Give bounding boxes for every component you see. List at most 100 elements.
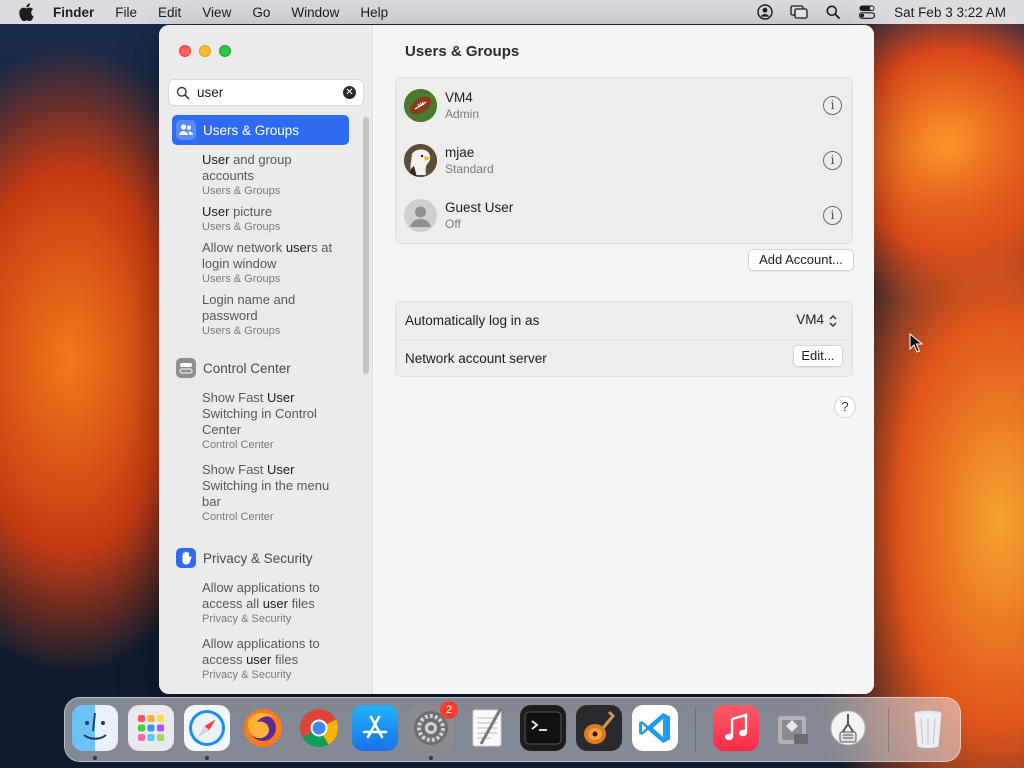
category-label: s & Groups bbox=[231, 122, 300, 138]
result-category: Users & Groups bbox=[202, 273, 281, 285]
sidebar-item-control-center[interactable]: Control Center bbox=[172, 353, 349, 383]
autologin-value[interactable]: VM4 bbox=[796, 312, 824, 327]
directory-utility-icon[interactable] bbox=[825, 705, 871, 751]
edit-button[interactable]: Edit... bbox=[793, 345, 843, 367]
eagle-avatar bbox=[404, 144, 437, 177]
running-indicator bbox=[429, 756, 433, 760]
sidebar-item-users-groups[interactable]: User s & Groups bbox=[172, 115, 349, 145]
status-area: Sat Feb 3 3:22 AM bbox=[756, 0, 1024, 24]
user-name: VM4 bbox=[445, 90, 473, 105]
menu-help[interactable]: Help bbox=[360, 5, 388, 20]
category-label: Control Center bbox=[203, 360, 291, 376]
search-result[interactable]: Login name and password Users & Groups bbox=[202, 289, 347, 341]
result-category: Users & Groups bbox=[202, 185, 281, 197]
info-icon[interactable]: i bbox=[823, 151, 842, 170]
apple-menu-icon[interactable] bbox=[18, 3, 36, 21]
page-title: Users & Groups bbox=[405, 43, 520, 60]
search-result[interactable]: Allow applications to access user files … bbox=[202, 633, 347, 685]
user-name: mjae bbox=[445, 145, 475, 160]
menu-view[interactable]: View bbox=[202, 5, 231, 20]
football-avatar bbox=[404, 89, 437, 122]
spotlight-search-icon[interactable] bbox=[824, 3, 842, 21]
zoom-button[interactable] bbox=[219, 45, 231, 57]
system-settings-window: user ✕ User s & Groups User and group acc… bbox=[159, 25, 874, 694]
menu-go[interactable]: Go bbox=[252, 5, 270, 20]
control-center-icon bbox=[176, 358, 196, 378]
help-button[interactable]: ? bbox=[834, 396, 856, 418]
menu-file[interactable]: File bbox=[115, 5, 137, 20]
search-result[interactable]: Allow applications to access all user fi… bbox=[202, 577, 347, 629]
firefox-icon[interactable] bbox=[240, 705, 286, 751]
clear-search-icon[interactable]: ✕ bbox=[343, 86, 356, 99]
running-indicator bbox=[205, 756, 209, 760]
screen-mirroring-icon[interactable] bbox=[790, 3, 808, 21]
dock-separator bbox=[695, 708, 696, 752]
trash-icon[interactable] bbox=[905, 705, 951, 751]
boot-camp-icon[interactable] bbox=[769, 705, 815, 751]
textedit-icon[interactable] bbox=[464, 705, 510, 751]
menu-window[interactable]: Window bbox=[291, 5, 339, 20]
network-server-row: Network account server bbox=[396, 339, 852, 376]
search-input[interactable]: user bbox=[197, 85, 343, 100]
result-category: Control Center bbox=[202, 511, 274, 523]
user-role: Standard bbox=[445, 162, 494, 176]
search-result[interactable]: User and group accounts Users & Groups bbox=[202, 149, 347, 201]
music-icon[interactable] bbox=[713, 705, 759, 751]
autologin-row: Automatically log in as VM4 bbox=[396, 302, 852, 339]
menu-edit[interactable]: Edit bbox=[158, 5, 181, 20]
main-pane: Users & Groups VM4 Admin i mjae Standard bbox=[374, 25, 874, 694]
result-title: Show Fast User Switching in Control Cent… bbox=[202, 390, 317, 437]
network-server-label: Network account server bbox=[405, 350, 547, 366]
popup-chevrons-icon[interactable] bbox=[826, 313, 840, 329]
info-icon[interactable]: i bbox=[823, 206, 842, 225]
users-list: VM4 Admin i mjae Standard i Guest User O… bbox=[395, 77, 853, 244]
app-store-icon[interactable] bbox=[352, 705, 398, 751]
menu-finder[interactable]: Finder bbox=[53, 5, 94, 20]
user-role: Off bbox=[445, 217, 461, 231]
terminal-icon[interactable] bbox=[520, 705, 566, 751]
search-result[interactable]: Show Fast User Switching in the menu bar… bbox=[202, 459, 347, 527]
system-settings-icon[interactable]: 2 bbox=[408, 701, 458, 751]
result-title: User picture bbox=[202, 204, 273, 219]
menu-bar: Finder File Edit View Go Window Help Sat… bbox=[0, 0, 1024, 24]
result-title: Show Fast User Switching in the menu bar bbox=[202, 462, 330, 509]
close-button[interactable] bbox=[179, 45, 191, 57]
user-name: Guest User bbox=[445, 200, 514, 215]
chrome-icon[interactable] bbox=[296, 705, 342, 751]
result-category: Privacy & Security bbox=[202, 669, 292, 681]
login-settings: Automatically log in as VM4 Network acco… bbox=[395, 301, 853, 377]
minimize-button[interactable] bbox=[199, 45, 211, 57]
garageband-icon[interactable] bbox=[576, 705, 622, 751]
category-label: Privacy & Security bbox=[203, 550, 313, 566]
users-groups-icon bbox=[176, 120, 196, 140]
info-icon[interactable]: i bbox=[823, 96, 842, 115]
search-result[interactable]: Allow network users at login window User… bbox=[202, 237, 347, 289]
sidebar-results: User s & Groups User and group accounts U… bbox=[159, 115, 359, 694]
sidebar-item-privacy-security[interactable]: Privacy & Security bbox=[172, 543, 349, 573]
hand-raised-icon bbox=[176, 548, 196, 568]
result-title: User and group accounts bbox=[202, 152, 292, 183]
search-field[interactable]: user ✕ bbox=[168, 79, 364, 106]
user-row-guest[interactable]: Guest User Off i bbox=[396, 188, 852, 243]
search-result[interactable]: User picture Users & Groups bbox=[202, 201, 347, 237]
window-controls bbox=[179, 45, 231, 57]
search-result[interactable]: Show Fast User Switching in Control Cent… bbox=[202, 387, 347, 455]
result-category: Privacy & Security bbox=[202, 613, 292, 625]
result-title: Allow applications to access user files bbox=[202, 636, 320, 667]
launchpad-icon[interactable] bbox=[128, 705, 174, 751]
autologin-label: Automatically log in as bbox=[405, 313, 540, 328]
control-center-icon[interactable] bbox=[858, 3, 876, 21]
menubar-clock[interactable]: Sat Feb 3 3:22 AM bbox=[894, 5, 1006, 20]
sidebar-scrollbar[interactable] bbox=[363, 117, 369, 374]
result-title: Allow applications to access all user fi… bbox=[202, 580, 320, 611]
guest-avatar-icon bbox=[404, 199, 437, 232]
user-row-mjae[interactable]: mjae Standard i bbox=[396, 133, 852, 188]
finder-icon[interactable] bbox=[72, 705, 118, 751]
user-account-icon[interactable] bbox=[756, 3, 774, 21]
result-title: Allow network users at login window bbox=[202, 240, 333, 271]
vscode-icon[interactable] bbox=[632, 705, 678, 751]
dock-separator bbox=[888, 708, 889, 752]
user-row-vm4[interactable]: VM4 Admin i bbox=[396, 78, 852, 133]
safari-icon[interactable] bbox=[184, 705, 230, 751]
add-account-button[interactable]: Add Account... bbox=[748, 249, 854, 271]
